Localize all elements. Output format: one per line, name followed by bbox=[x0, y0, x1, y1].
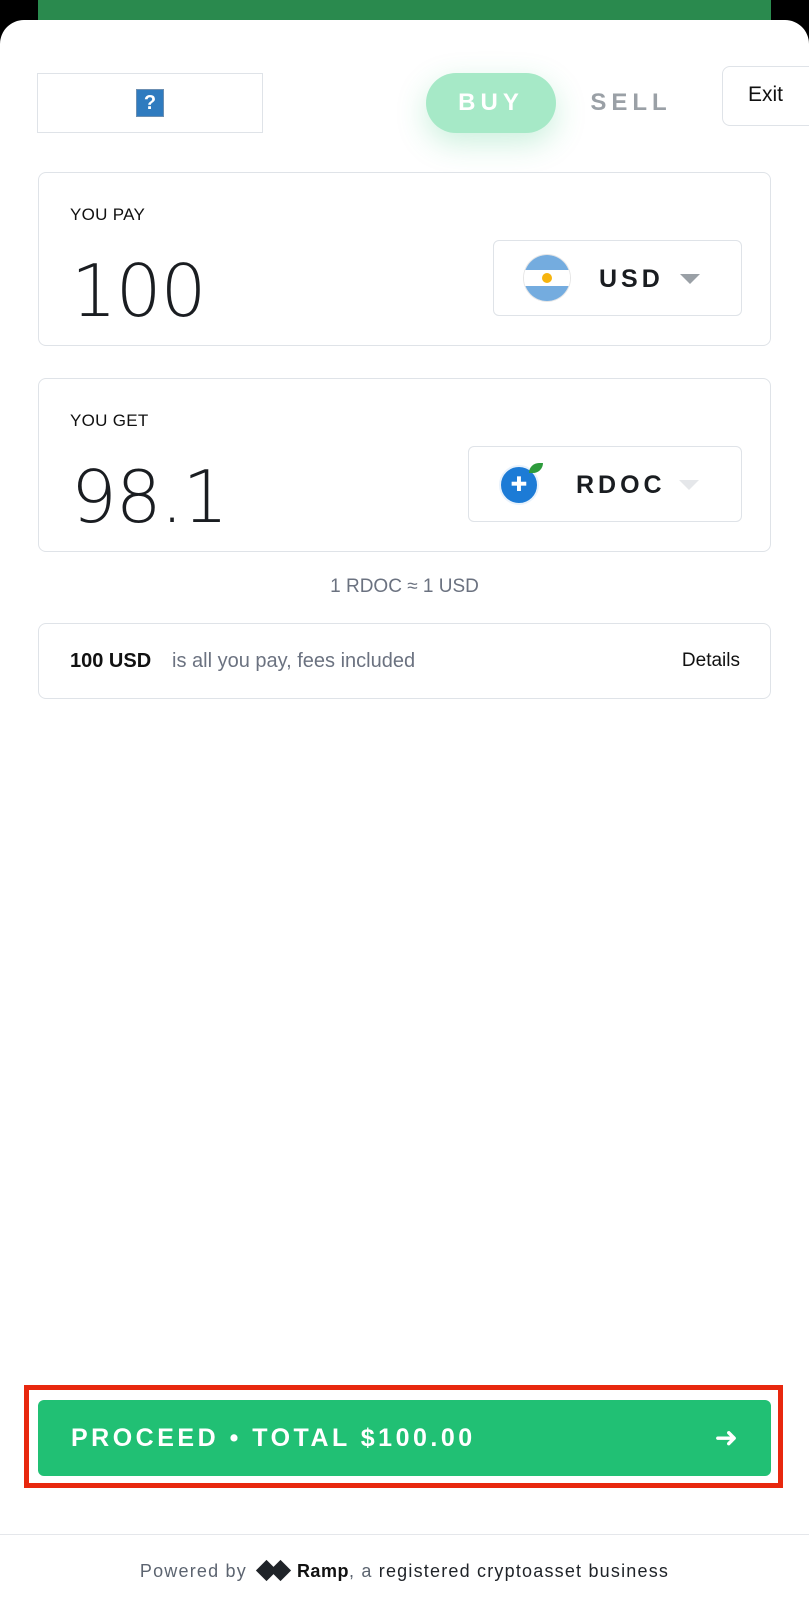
chevron-down-icon bbox=[679, 480, 699, 490]
exchange-rate: 1 RDOC ≈ 1 USD bbox=[330, 576, 479, 597]
tab-sell[interactable]: SELL bbox=[576, 73, 686, 133]
footer: Powered by Ramp , a registered cryptoass… bbox=[0, 1555, 809, 1587]
chevron-down-icon bbox=[680, 274, 700, 284]
ramp-logo-icon bbox=[257, 1560, 291, 1582]
widget-sheet: ? BUY SELL Exit YOU PAY 100 USD YOU GET … bbox=[0, 20, 809, 1600]
you-get-card: YOU GET 98.1 ✚ RDOC bbox=[38, 378, 771, 552]
you-pay-label: YOU PAY bbox=[70, 205, 146, 224]
fees-text: is all you pay, fees included bbox=[172, 650, 416, 672]
pay-currency-select[interactable]: USD bbox=[493, 240, 742, 316]
partner-logo: ? bbox=[37, 73, 263, 133]
broken-image-icon: ? bbox=[136, 89, 164, 117]
exit-button[interactable]: Exit bbox=[722, 66, 809, 126]
get-amount-value: 98.1 bbox=[71, 455, 228, 539]
proceed-label: PROCEED • TOTAL $100.00 bbox=[71, 1424, 476, 1452]
pay-amount-input[interactable]: 100 bbox=[71, 251, 206, 331]
powered-by-text: Powered by bbox=[139, 1560, 247, 1581]
ramp-brand-name: Ramp bbox=[296, 1560, 349, 1581]
details-link[interactable]: Details bbox=[682, 624, 740, 698]
rdoc-token-icon: ✚ bbox=[499, 463, 543, 505]
buy-sell-toggle: BUY SELL bbox=[426, 73, 696, 133]
get-currency-code: RDOC bbox=[576, 471, 666, 499]
proceed-button[interactable]: PROCEED • TOTAL $100.00 ➜ bbox=[38, 1400, 771, 1476]
argentina-flag-icon bbox=[524, 255, 570, 301]
tab-buy[interactable]: BUY bbox=[426, 73, 556, 133]
arrow-right-icon: ➜ bbox=[714, 1422, 738, 1453]
fees-amount: 100 USD bbox=[70, 650, 152, 672]
fees-summary: 100 USD is all you pay, fees included De… bbox=[38, 623, 771, 699]
you-pay-card: YOU PAY 100 USD bbox=[38, 172, 771, 346]
get-currency-select[interactable]: ✚ RDOC bbox=[468, 446, 742, 522]
you-get-label: YOU GET bbox=[70, 411, 149, 430]
footer-suffix: , a bbox=[348, 1560, 373, 1581]
pay-currency-code: USD bbox=[599, 265, 664, 293]
footer-business-text: registered cryptoasset business bbox=[378, 1560, 670, 1581]
footer-divider bbox=[0, 1534, 809, 1535]
